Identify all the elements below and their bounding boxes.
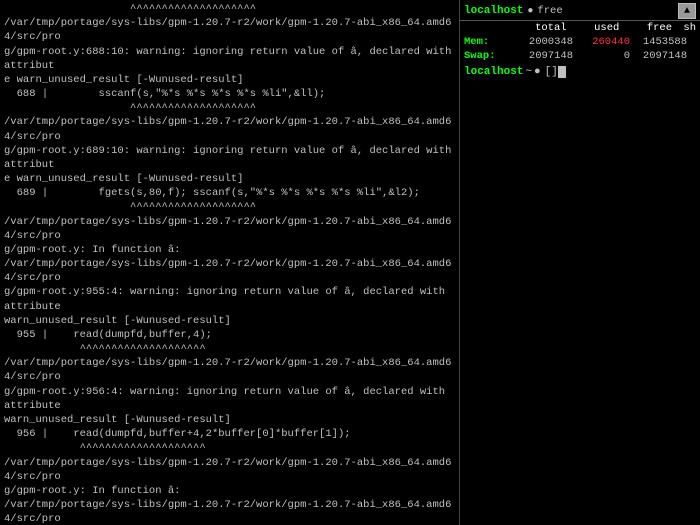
col-free-header: free	[619, 22, 672, 34]
mem-row: Mem: 2000348 260440 1453588	[460, 35, 700, 49]
input-symbol: []	[545, 66, 558, 78]
monitor-free-label: free	[537, 5, 562, 17]
mem-free: 1453588	[632, 36, 687, 48]
swap-free: 2097148	[632, 50, 687, 62]
input-cursor	[558, 66, 566, 78]
close-icon[interactable]: ▲	[678, 3, 696, 19]
monitor-column-headers: total used free sh	[460, 21, 700, 35]
prompt-hostname2: localhost	[464, 66, 523, 78]
terminal-output: ^^^^^^^^^^^^^^^^^^^^ /var/tmp/portage/sy…	[0, 0, 460, 525]
col-sh-header: sh	[672, 22, 696, 34]
col-total-header: total	[514, 22, 567, 34]
mem-total: 2000348	[518, 36, 573, 48]
monitor-hostname: localhost	[464, 5, 523, 17]
col-used-header: used	[567, 22, 620, 34]
system-monitor: localhost ● free ▲ total used free sh Me…	[460, 0, 700, 525]
swap-total: 2097148	[518, 50, 573, 62]
mem-used: 260440	[575, 36, 630, 48]
prompt-tilde: ~	[525, 66, 532, 78]
terminal-prompt-line[interactable]: localhost ~ ● []	[460, 65, 700, 79]
swap-label: Swap:	[464, 50, 516, 62]
mem-label: Mem:	[464, 36, 516, 48]
monitor-bullet: ●	[527, 6, 533, 17]
swap-row: Swap: 2097148 0 2097148	[460, 49, 700, 63]
swap-used: 0	[575, 50, 630, 62]
prompt-bullet2: ●	[534, 66, 541, 78]
